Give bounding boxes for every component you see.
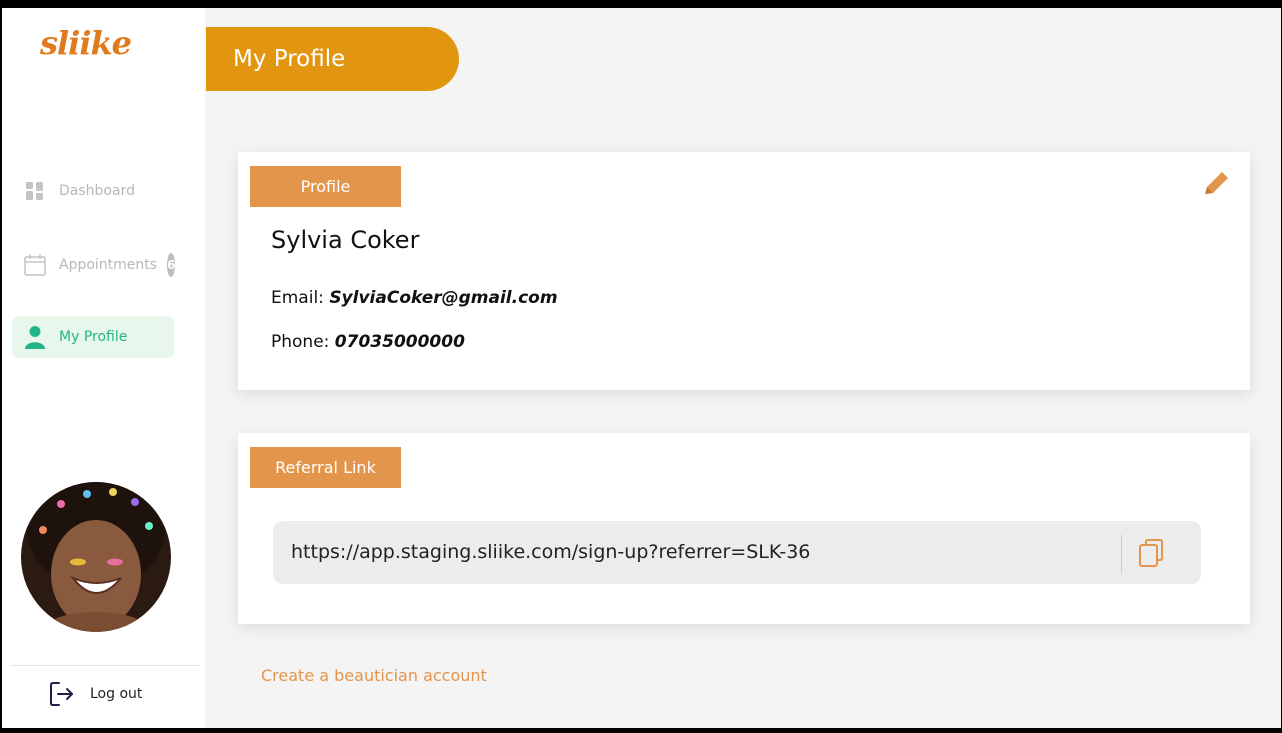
sidebar-item-my-profile[interactable]: My Profile — [12, 316, 174, 358]
profile-email-row: Email: SylviaCoker@gmail.com — [271, 288, 558, 308]
pencil-icon — [1205, 172, 1228, 194]
copy-link-button[interactable] — [1135, 536, 1167, 570]
user-avatar[interactable] — [21, 482, 171, 632]
profile-phone-row: Phone: 07035000000 — [271, 332, 465, 352]
sidebar-divider — [10, 665, 200, 666]
page-title: My Profile — [206, 27, 459, 91]
calendar-icon — [23, 253, 47, 277]
sidebar-item-appointments[interactable]: Appointments 6 — [12, 244, 176, 286]
sidebar-item-label: Dashboard — [59, 183, 135, 199]
referral-card: Referral Link https://app.staging.sliike… — [238, 433, 1250, 624]
edit-profile-button[interactable] — [1198, 168, 1232, 202]
create-beautician-account-link[interactable]: Create a beautician account — [261, 666, 487, 685]
sidebar: sliike Dashboard Appointments 6 My Profi… — [2, 8, 205, 728]
logout-icon — [48, 680, 76, 708]
referral-tag: Referral Link — [250, 447, 401, 488]
profile-name: Sylvia Coker — [271, 226, 420, 254]
profile-card: Profile Sylvia Coker Email: SylviaCoker@… — [238, 152, 1250, 390]
email-label: Email: — [271, 288, 324, 308]
sliike-logo[interactable]: sliike — [40, 24, 132, 62]
copy-icon — [1139, 539, 1163, 567]
sidebar-item-dashboard[interactable]: Dashboard — [12, 170, 174, 212]
phone-value: 07035000000 — [334, 332, 465, 352]
referral-url[interactable]: https://app.staging.sliike.com/sign-up?r… — [291, 541, 810, 563]
appointments-count-badge: 6 — [167, 253, 176, 277]
email-value: SylviaCoker@gmail.com — [329, 288, 558, 308]
dashboard-icon — [23, 179, 47, 203]
logout-button[interactable]: Log out — [48, 680, 142, 708]
profile-tag: Profile — [250, 166, 401, 207]
phone-label: Phone: — [271, 332, 330, 352]
link-divider — [1121, 535, 1122, 573]
referral-link-field[interactable]: https://app.staging.sliike.com/sign-up?r… — [273, 521, 1201, 584]
logout-label: Log out — [90, 686, 143, 702]
user-icon — [23, 325, 47, 349]
sidebar-item-label: Appointments — [59, 257, 158, 273]
sidebar-item-label: My Profile — [59, 329, 128, 345]
app-frame: sliike Dashboard Appointments 6 My Profi… — [2, 8, 1281, 728]
